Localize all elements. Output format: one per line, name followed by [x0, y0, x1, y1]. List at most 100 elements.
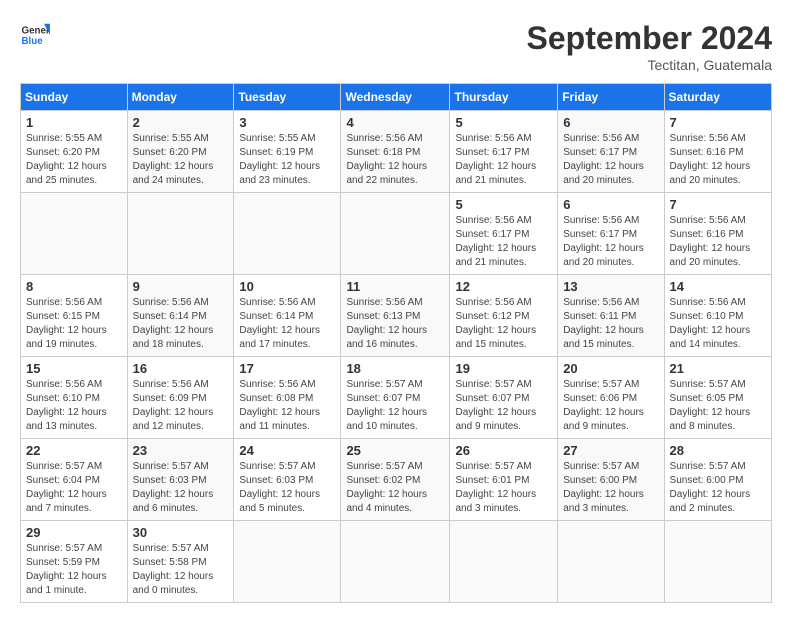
table-cell: 29Sunrise: 5:57 AMSunset: 5:59 PMDayligh… [21, 521, 128, 603]
day-number: 3 [239, 115, 335, 130]
day-number: 12 [455, 279, 552, 294]
day-number: 24 [239, 443, 335, 458]
table-cell: 27 Sunrise: 5:57 AMSunset: 6:00 PMDayligh… [558, 439, 664, 521]
table-cell: 13Sunrise: 5:56 AMSunset: 6:11 PMDayligh… [558, 275, 664, 357]
day-number: 14 [670, 279, 766, 294]
table-cell: 15Sunrise: 5:56 AMSunset: 6:10 PMDayligh… [21, 357, 128, 439]
table-cell: 3 Sunrise: 5:55 AMSunset: 6:19 PMDaylight… [234, 111, 341, 193]
day-info: Sunrise: 5:57 AMSunset: 6:02 PMDaylight:… [346, 460, 444, 516]
day-info: Sunrise: 5:55 AMSunset: 6:20 PMDaylight:… [133, 132, 229, 188]
day-info: Sunrise: 5:56 AMSunset: 6:12 PMDaylight:… [455, 296, 552, 352]
col-friday: Friday [558, 84, 664, 111]
table-cell: 7 Sunrise: 5:56 AMSunset: 6:16 PMDaylight… [664, 193, 771, 275]
day-number: 26 [455, 443, 552, 458]
day-info: Sunrise: 5:56 AMSunset: 6:10 PMDaylight:… [670, 296, 766, 352]
day-info: Sunrise: 5:56 AMSunset: 6:13 PMDaylight:… [346, 296, 444, 352]
day-info: Sunrise: 5:56 AMSunset: 6:10 PMDaylight:… [26, 378, 122, 434]
day-info: Sunrise: 5:57 AMSunset: 6:04 PMDaylight:… [26, 460, 122, 516]
col-thursday: Thursday [450, 84, 558, 111]
table-cell: 6Sunrise: 5:56 AMSunset: 6:17 PMDaylight… [558, 193, 664, 275]
logo-svg: General Blue [20, 20, 50, 50]
day-info: Sunrise: 5:57 AMSunset: 6:00 PMDaylight:… [563, 460, 658, 516]
day-number: 7 [670, 115, 766, 130]
day-number: 27 [563, 443, 658, 458]
table-cell: 17 Sunrise: 5:56 AMSunset: 6:08 PMDayligh… [234, 357, 341, 439]
day-info: Sunrise: 5:56 AMSunset: 6:17 PMDaylight:… [455, 214, 552, 270]
svg-text:Blue: Blue [22, 36, 44, 47]
table-cell: 18 Sunrise: 5:57 AMSunset: 6:07 PMDayligh… [341, 357, 450, 439]
month-title: September 2024 [527, 20, 772, 57]
day-info: Sunrise: 5:56 AMSunset: 6:17 PMDaylight:… [563, 132, 658, 188]
table-cell: 19Sunrise: 5:57 AMSunset: 6:07 PMDayligh… [450, 357, 558, 439]
calendar-row: 8Sunrise: 5:56 AMSunset: 6:15 PMDaylight… [21, 275, 772, 357]
day-number: 18 [346, 361, 444, 376]
day-info: Sunrise: 5:56 AMSunset: 6:09 PMDaylight:… [133, 378, 229, 434]
table-cell: 20Sunrise: 5:57 AMSunset: 6:06 PMDayligh… [558, 357, 664, 439]
day-number: 29 [26, 525, 122, 540]
location-subtitle: Tectitan, Guatemala [527, 57, 772, 73]
logo: General Blue [20, 20, 50, 50]
header-row: Sunday Monday Tuesday Wednesday Thursday… [21, 84, 772, 111]
day-number: 5 [455, 197, 552, 212]
day-info: Sunrise: 5:57 AMSunset: 6:07 PMDaylight:… [346, 378, 444, 434]
table-cell: 9Sunrise: 5:56 AMSunset: 6:14 PMDaylight… [127, 275, 234, 357]
table-cell: 10Sunrise: 5:56 AMSunset: 6:14 PMDayligh… [234, 275, 341, 357]
day-number: 17 [239, 361, 335, 376]
table-cell: 6 Sunrise: 5:56 AMSunset: 6:17 PMDaylight… [558, 111, 664, 193]
svg-text:General: General [22, 26, 51, 37]
table-cell [341, 521, 450, 603]
header: General Blue September 2024 Tectitan, Gu… [20, 20, 772, 73]
day-number: 2 [133, 115, 229, 130]
table-cell: 28Sunrise: 5:57 AMSunset: 6:00 PMDayligh… [664, 439, 771, 521]
col-sunday: Sunday [21, 84, 128, 111]
calendar-row: 1Sunrise: 5:55 AMSunset: 6:20 PMDaylight… [21, 111, 772, 193]
table-cell: 11 Sunrise: 5:56 AMSunset: 6:13 PMDayligh… [341, 275, 450, 357]
table-cell: 24 Sunrise: 5:57 AMSunset: 6:03 PMDayligh… [234, 439, 341, 521]
day-info: Sunrise: 5:56 AMSunset: 6:08 PMDaylight:… [239, 378, 335, 434]
day-info: Sunrise: 5:55 AMSunset: 6:20 PMDaylight:… [26, 132, 122, 188]
day-number: 4 [346, 115, 444, 130]
table-cell: 23Sunrise: 5:57 AMSunset: 6:03 PMDayligh… [127, 439, 234, 521]
title-area: September 2024 Tectitan, Guatemala [527, 20, 772, 73]
day-info: Sunrise: 5:57 AMSunset: 6:05 PMDaylight:… [670, 378, 766, 434]
table-cell: 25Sunrise: 5:57 AMSunset: 6:02 PMDayligh… [341, 439, 450, 521]
table-cell: 26Sunrise: 5:57 AMSunset: 6:01 PMDayligh… [450, 439, 558, 521]
day-number: 10 [239, 279, 335, 294]
day-info: Sunrise: 5:57 AMSunset: 6:07 PMDaylight:… [455, 378, 552, 434]
day-info: Sunrise: 5:56 AMSunset: 6:15 PMDaylight:… [26, 296, 122, 352]
col-saturday: Saturday [664, 84, 771, 111]
table-cell: 5 Sunrise: 5:56 AMSunset: 6:17 PMDaylight… [450, 111, 558, 193]
table-cell: 14 Sunrise: 5:56 AMSunset: 6:10 PMDayligh… [664, 275, 771, 357]
table-cell [21, 193, 128, 275]
table-cell: 4 Sunrise: 5:56 AMSunset: 6:18 PMDaylight… [341, 111, 450, 193]
day-number: 6 [563, 115, 658, 130]
table-cell: 22 Sunrise: 5:57 AMSunset: 6:04 PMDayligh… [21, 439, 128, 521]
table-cell [558, 521, 664, 603]
day-number: 7 [670, 197, 766, 212]
calendar-row: 29Sunrise: 5:57 AMSunset: 5:59 PMDayligh… [21, 521, 772, 603]
table-cell [664, 521, 771, 603]
col-monday: Monday [127, 84, 234, 111]
day-info: Sunrise: 5:56 AMSunset: 6:18 PMDaylight:… [346, 132, 444, 188]
table-cell [234, 521, 341, 603]
table-cell: 8Sunrise: 5:56 AMSunset: 6:15 PMDaylight… [21, 275, 128, 357]
day-info: Sunrise: 5:57 AMSunset: 5:58 PMDaylight:… [133, 542, 229, 598]
day-number: 11 [346, 279, 444, 294]
calendar-row: 22 Sunrise: 5:57 AMSunset: 6:04 PMDayligh… [21, 439, 772, 521]
table-cell [127, 193, 234, 275]
day-info: Sunrise: 5:56 AMSunset: 6:11 PMDaylight:… [563, 296, 658, 352]
day-number: 5 [455, 115, 552, 130]
day-number: 20 [563, 361, 658, 376]
table-cell [234, 193, 341, 275]
col-wednesday: Wednesday [341, 84, 450, 111]
day-number: 28 [670, 443, 766, 458]
day-info: Sunrise: 5:56 AMSunset: 6:17 PMDaylight:… [455, 132, 552, 188]
day-info: Sunrise: 5:55 AMSunset: 6:19 PMDaylight:… [239, 132, 335, 188]
day-info: Sunrise: 5:57 AMSunset: 6:03 PMDaylight:… [133, 460, 229, 516]
day-info: Sunrise: 5:57 AMSunset: 6:03 PMDaylight:… [239, 460, 335, 516]
day-number: 22 [26, 443, 122, 458]
calendar-row: 5 Sunrise: 5:56 AMSunset: 6:17 PMDaylight… [21, 193, 772, 275]
col-tuesday: Tuesday [234, 84, 341, 111]
day-info: Sunrise: 5:56 AMSunset: 6:16 PMDaylight:… [670, 214, 766, 270]
day-info: Sunrise: 5:56 AMSunset: 6:14 PMDaylight:… [133, 296, 229, 352]
